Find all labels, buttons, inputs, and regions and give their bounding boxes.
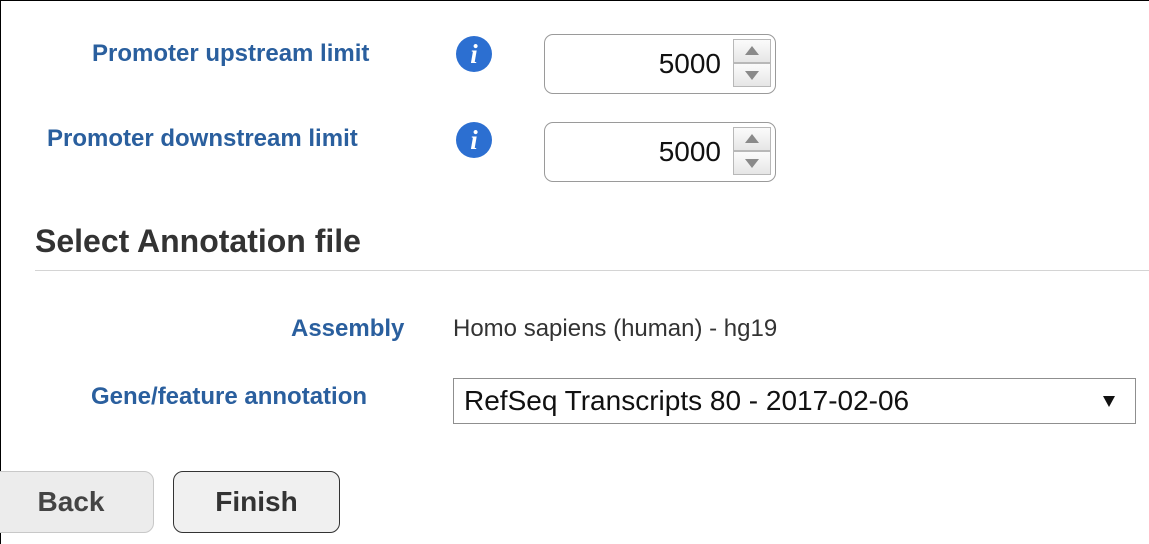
arrow-up-icon: [745, 46, 759, 55]
decrement-button[interactable]: [733, 63, 771, 87]
assembly-value: Homo sapiens (human) - hg19: [453, 315, 778, 342]
arrow-down-icon: [745, 71, 759, 80]
promoter-upstream-value: 5000: [658, 48, 721, 79]
frame-left-border: [0, 0, 1, 544]
info-icon[interactable]: i: [456, 36, 492, 72]
increment-button[interactable]: [733, 39, 771, 63]
gene-feature-annotation-selected: RefSeq Transcripts 80 - 2017-02-06: [464, 385, 910, 416]
gene-feature-annotation-select[interactable]: RefSeq Transcripts 80 - 2017-02-06: [453, 378, 1136, 424]
promoter-upstream-label: Promoter upstream limit: [92, 40, 370, 67]
arrow-up-icon: [745, 134, 759, 143]
assembly-label: Assembly: [291, 315, 405, 342]
frame-top-border: [0, 0, 1149, 1]
arrow-down-icon: [745, 159, 759, 168]
section-title: Select Annotation file: [35, 223, 361, 259]
promoter-downstream-input[interactable]: 5000: [544, 122, 776, 182]
section-divider: [35, 270, 1149, 271]
dropdown-arrow-icon: [1103, 396, 1115, 407]
decrement-button[interactable]: [733, 151, 771, 175]
gene-feature-annotation-label: Gene/feature annotation: [91, 383, 368, 410]
promoter-downstream-value: 5000: [658, 136, 721, 167]
promoter-upstream-input[interactable]: 5000: [544, 34, 776, 94]
finish-button[interactable]: Finish: [173, 471, 340, 533]
info-icon[interactable]: i: [456, 122, 492, 158]
promoter-downstream-label: Promoter downstream limit: [47, 125, 358, 152]
increment-button[interactable]: [733, 127, 771, 151]
back-button[interactable]: Back: [0, 471, 154, 533]
